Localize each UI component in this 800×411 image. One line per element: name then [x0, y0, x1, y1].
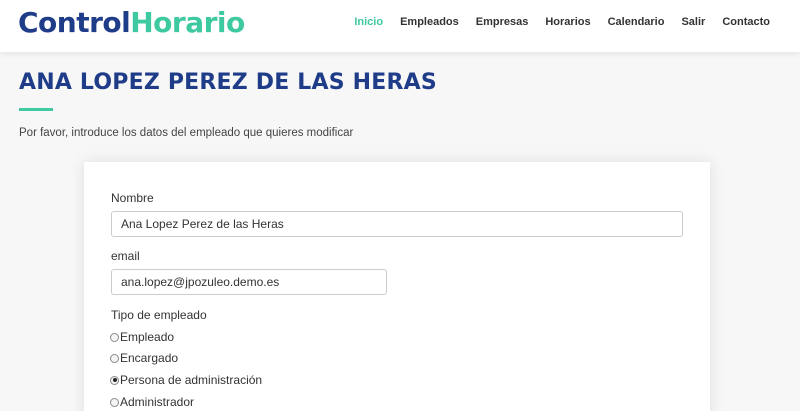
nav-horarios[interactable]: Horarios	[545, 15, 590, 29]
title-underline	[19, 108, 53, 111]
page-title: ANA LOPEZ PEREZ DE LAS HERAS	[19, 70, 437, 95]
nav-contacto[interactable]: Contacto	[722, 15, 770, 29]
email-label: email	[111, 249, 140, 263]
brand-part2: Horario	[130, 6, 245, 39]
navbar: ControlHorario Inicio Empleados Empresas…	[0, 0, 800, 52]
nav-empleados[interactable]: Empleados	[400, 15, 459, 29]
radio-label: Encargado	[120, 351, 179, 365]
main-nav: Inicio Empleados Empresas Horarios Calen…	[337, 15, 770, 29]
nav-salir[interactable]: Salir	[681, 15, 705, 29]
name-input[interactable]: Ana Lopez Perez de las Heras	[111, 211, 683, 237]
radio-label: Empleado	[120, 330, 175, 344]
employee-type-label: Tipo de empleado	[111, 308, 207, 322]
radio-label: Administrador	[120, 395, 195, 409]
radio-button[interactable]	[110, 353, 119, 363]
nav-calendario[interactable]: Calendario	[608, 15, 665, 29]
brand-part1: Control	[18, 6, 131, 39]
radio-administrador[interactable]: Administrador	[110, 394, 194, 410]
nav-inicio[interactable]: Inicio	[354, 15, 383, 29]
email-input[interactable]: ana.lopez@jpozuleo.demo.es	[111, 269, 387, 295]
intro-text: Por favor, introduce los datos del emple…	[19, 127, 354, 139]
radio-button-checked[interactable]	[110, 375, 119, 385]
radio-encargado[interactable]: Encargado	[110, 350, 178, 366]
radio-empleado[interactable]: Empleado	[110, 329, 174, 345]
radio-persona-administracion[interactable]: Persona de administración	[110, 372, 262, 388]
name-label: Nombre	[111, 191, 154, 205]
brand-logo[interactable]: ControlHorario	[18, 5, 245, 41]
radio-label: Persona de administración	[120, 373, 263, 387]
radio-button[interactable]	[110, 397, 119, 407]
radio-button[interactable]	[110, 332, 119, 342]
nav-empresas[interactable]: Empresas	[476, 15, 529, 29]
